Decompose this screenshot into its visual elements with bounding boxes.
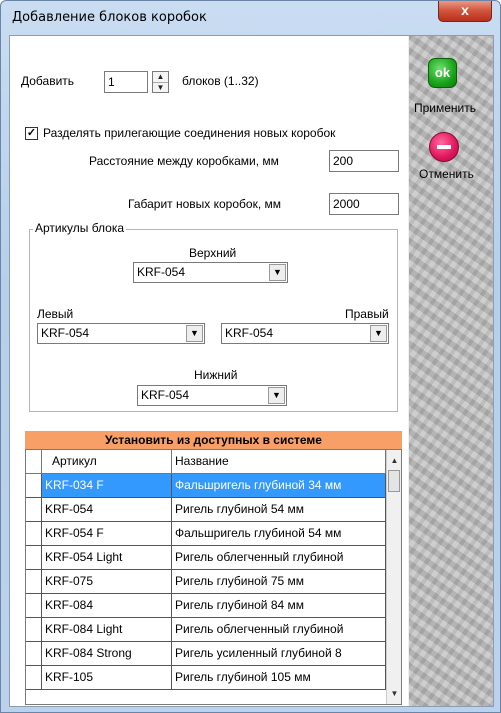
left-article-select[interactable]: KRF-054 ▼ [37,323,205,344]
add-range-label: блоков (1..32) [182,74,259,88]
top-article-select[interactable]: KRF-054 ▼ [133,262,288,283]
articles-group-title: Артикулы блока [33,221,127,235]
distance-input[interactable]: 200 [329,150,399,172]
scroll-down-icon[interactable]: ▼ [387,686,401,702]
article-cell[interactable]: KRF-034 F [42,474,172,498]
row-indicator[interactable] [26,546,42,570]
column-header-name[interactable]: Название [172,450,386,474]
row-indicator[interactable] [26,474,42,498]
scroll-up-icon[interactable]: ▲ [387,453,401,469]
name-cell[interactable]: Ригель облегченный глубиной [172,546,386,570]
table-row[interactable]: KRF-084 Light Ригель облегченный глубиной [26,618,386,642]
row-indicator[interactable] [26,570,42,594]
row-indicator[interactable] [26,618,42,642]
separate-label: Разделять прилегающие соединения новых к… [43,126,336,140]
name-cell[interactable]: Фальшригель глубиной 54 мм [172,522,386,546]
left-article-value: KRF-054 [41,326,90,340]
name-cell[interactable]: Ригель облегченный глубиной [172,618,386,642]
apply-button[interactable]: ok [428,58,457,88]
client-area: Добавить 1 ▲ ▼ блоков (1..32) ✓ Разделят… [9,35,494,707]
bottom-article-label: Нижний [194,368,238,382]
article-cell[interactable]: KRF-054 [42,498,172,522]
bottom-article-select[interactable]: KRF-054 ▼ [137,385,287,406]
spin-down-icon[interactable]: ▼ [153,83,168,93]
add-count-input[interactable]: 1 [104,71,148,93]
table-row[interactable]: KRF-075 Ригель глубиной 75 мм [26,570,386,594]
table-row[interactable]: KRF-034 F Фальшригель глубиной 34 мм [26,474,386,498]
table-scrollbar[interactable]: ▲ ▼ [386,450,401,704]
article-cell[interactable]: KRF-084 [42,594,172,618]
scroll-thumb[interactable] [388,470,400,492]
top-article-label: Верхний [189,246,237,260]
settings-panel: Добавить 1 ▲ ▼ блоков (1..32) ✓ Разделят… [10,36,408,706]
articles-table[interactable]: Артикул Название KRF-034 F Фальшригель гл… [25,449,402,705]
row-indicator[interactable] [26,522,42,546]
name-cell[interactable]: Ригель усиленный глубиной 8 [172,642,386,666]
right-article-select[interactable]: KRF-054 ▼ [221,323,389,344]
row-indicator[interactable] [26,594,42,618]
ok-check-icon: ok [434,65,451,80]
right-article-value: KRF-054 [225,326,274,340]
close-button[interactable]: x [438,1,492,22]
cancel-label[interactable]: Отменить [419,167,474,181]
row-indicator-header [26,450,42,474]
table-row[interactable]: KRF-084 Ригель глубиной 84 мм [26,594,386,618]
no-entry-icon [437,145,451,149]
row-indicator[interactable] [26,642,42,666]
column-header-article[interactable]: Артикул [42,450,172,474]
add-label: Добавить [21,74,75,88]
name-cell[interactable]: Ригель глубиной 105 мм [172,666,386,690]
title-bar[interactable]: Добавление блоков коробок x [1,1,500,35]
cancel-button[interactable] [429,132,459,162]
right-article-label: Правый [345,307,389,321]
article-cell[interactable]: KRF-084 Light [42,618,172,642]
table-row[interactable]: KRF-105 Ригель глубиной 105 мм [26,666,386,690]
article-cell[interactable]: KRF-084 Strong [42,642,172,666]
article-cell[interactable]: KRF-054 Light [42,546,172,570]
name-cell[interactable]: Фальшригель глубиной 34 мм [172,474,386,498]
separate-checkbox[interactable]: ✓ [25,127,38,140]
chevron-down-icon[interactable]: ▼ [186,325,203,342]
close-icon: x [461,2,469,18]
gabarit-input[interactable]: 2000 [329,193,399,215]
table-row[interactable]: KRF-054 F Фальшригель глубиной 54 мм [26,522,386,546]
distance-label: Расстояние между коробками, мм [89,154,279,168]
article-cell[interactable]: KRF-105 [42,666,172,690]
table-row[interactable]: KRF-054 Light Ригель облегченный глубиной [26,546,386,570]
gabarit-label: Габарит новых коробок, мм [128,197,281,211]
dialog-window: Добавление блоков коробок x Добавить 1 ▲… [0,0,501,713]
chevron-down-icon[interactable]: ▼ [370,325,387,342]
table-header: Артикул Название [26,450,386,474]
add-count-spinner[interactable]: ▲ ▼ [152,71,169,93]
chevron-down-icon[interactable]: ▼ [268,387,285,404]
name-cell[interactable]: Ригель глубиной 84 мм [172,594,386,618]
checkmark-icon: ✓ [26,127,37,139]
left-article-label: Левый [37,307,74,321]
row-indicator[interactable] [26,666,42,690]
bottom-article-value: KRF-054 [141,388,190,402]
window-title: Добавление блоков коробок [12,10,207,25]
table-row[interactable]: KRF-084 Strong Ригель усиленный глубиной … [26,642,386,666]
top-article-value: KRF-054 [137,265,186,279]
row-indicator[interactable] [26,498,42,522]
spin-up-icon[interactable]: ▲ [153,72,168,83]
article-cell[interactable]: KRF-075 [42,570,172,594]
name-cell[interactable]: Ригель глубиной 54 мм [172,498,386,522]
install-from-system-button[interactable]: Установить из доступных в системе [25,431,402,449]
chevron-down-icon[interactable]: ▼ [269,264,286,281]
table-row[interactable]: KRF-054 Ригель глубиной 54 мм [26,498,386,522]
apply-label[interactable]: Применить [414,101,476,115]
article-cell[interactable]: KRF-054 F [42,522,172,546]
name-cell[interactable]: Ригель глубиной 75 мм [172,570,386,594]
